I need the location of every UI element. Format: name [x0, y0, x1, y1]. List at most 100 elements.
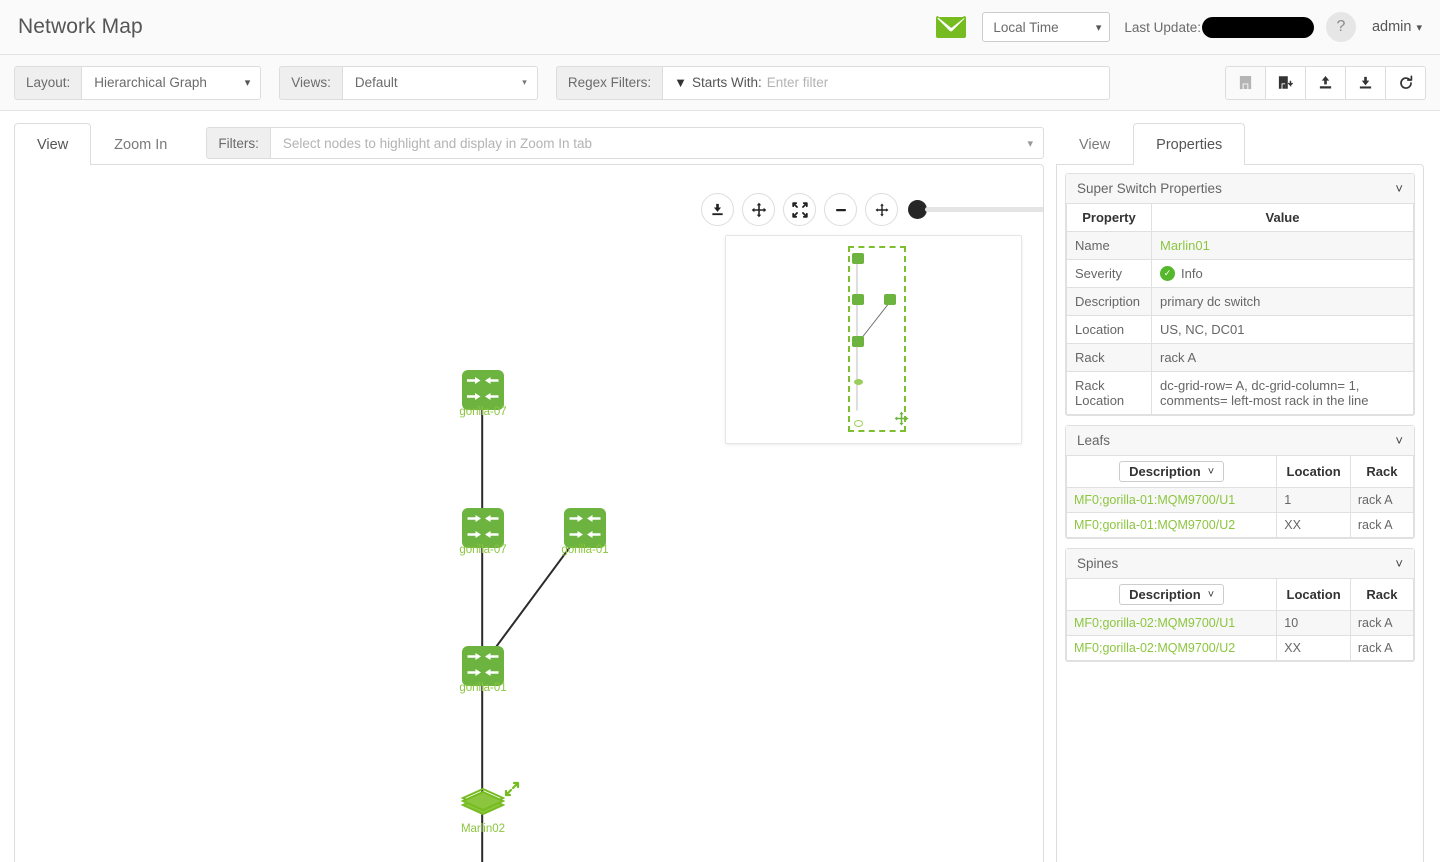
- details-tabbar: View Properties: [1056, 121, 1424, 165]
- regex-filter-input[interactable]: ▼ Starts With: Enter filter: [662, 66, 1110, 100]
- graph-canvas[interactable]: gorilla-07 gorilla-07: [14, 164, 1044, 862]
- tab-details-view[interactable]: View: [1056, 123, 1133, 165]
- layout-select[interactable]: Hierarchical Graph ▾: [81, 66, 261, 100]
- graph-node-gorilla-07-2[interactable]: gorilla-07: [462, 508, 504, 548]
- cell-description: MF0;gorilla-01:MQM9700/U1: [1067, 488, 1277, 513]
- chevron-down-icon[interactable]: ˅: [1395, 556, 1403, 571]
- upload-button[interactable]: [1305, 66, 1346, 100]
- table-row[interactable]: Name Marlin01: [1067, 232, 1414, 260]
- cell-description: MF0;gorilla-02:MQM9700/U2: [1067, 636, 1277, 661]
- cell-value: dc-grid-row= A, dc-grid-column= 1, comme…: [1152, 372, 1414, 415]
- spines-table: Description ˅ Location Rack MF0;gorilla-: [1066, 579, 1414, 661]
- cell-value: rack A: [1152, 344, 1414, 372]
- page-title: Network Map: [18, 15, 143, 39]
- tab-details-properties[interactable]: Properties: [1133, 123, 1245, 165]
- description-sort-button[interactable]: Description ˅: [1119, 461, 1224, 482]
- table-row[interactable]: Rack Location dc-grid-row= A, dc-grid-co…: [1067, 372, 1414, 415]
- chevron-down-icon: ▾: [1416, 21, 1422, 34]
- node-filters-label: Filters:: [206, 127, 270, 159]
- layout-label: Layout:: [14, 66, 81, 100]
- table-row[interactable]: MF0;gorilla-02:MQM9700/U2 XX rack A: [1067, 636, 1414, 661]
- cell-value: US, NC, DC01: [1152, 316, 1414, 344]
- cell-property: Name: [1067, 232, 1152, 260]
- question-mark-icon: ?: [1337, 18, 1346, 36]
- timezone-select[interactable]: Local Time ▾: [982, 12, 1110, 42]
- graph-node-gorilla-01[interactable]: gorilla-01: [564, 508, 606, 548]
- help-button[interactable]: ?: [1326, 12, 1356, 42]
- section-title: Super Switch Properties: [1077, 181, 1222, 196]
- minimap-drag-handle[interactable]: [894, 411, 909, 429]
- description-sort-button[interactable]: Description ˅: [1119, 584, 1224, 605]
- save-as-button[interactable]: [1265, 66, 1306, 100]
- table-row[interactable]: Rack rack A: [1067, 344, 1414, 372]
- views-field: Views: Default ▾: [279, 66, 538, 100]
- stack-icon: [458, 785, 508, 819]
- timezone-value: Local Time: [993, 20, 1058, 35]
- table-row[interactable]: Location US, NC, DC01: [1067, 316, 1414, 344]
- chevron-down-icon: ˅: [1208, 466, 1214, 478]
- graph-node-marlin02[interactable]: Marlin02: [458, 785, 508, 824]
- properties-table: Property Value Name Marlin01 Severity: [1066, 204, 1414, 415]
- section-header[interactable]: Leafs ˅: [1066, 426, 1414, 456]
- zoom-out-button[interactable]: [824, 193, 857, 226]
- table-row[interactable]: Description primary dc switch: [1067, 288, 1414, 316]
- minimap-node: [854, 420, 863, 427]
- zoom-slider-track[interactable]: [925, 207, 1044, 212]
- switch-icon: [462, 370, 504, 410]
- graph-node-label: gorilla-07: [459, 406, 506, 418]
- user-menu[interactable]: admin ▾: [1372, 19, 1422, 35]
- save-button[interactable]: [1225, 66, 1266, 100]
- pan-button[interactable]: [742, 193, 775, 226]
- download-button[interactable]: [1345, 66, 1386, 100]
- graph-node-gorilla-07[interactable]: gorilla-07: [462, 370, 504, 410]
- cell-property: Location: [1067, 316, 1152, 344]
- graph-surface[interactable]: gorilla-07 gorilla-07: [15, 165, 1043, 862]
- user-menu-label: admin: [1372, 19, 1412, 35]
- map-tabbar: View Zoom In Filters: Select nodes to hi…: [14, 121, 1044, 165]
- tab-view[interactable]: View: [14, 123, 91, 165]
- envelope-icon: [936, 16, 966, 38]
- zoom-slider[interactable]: [908, 200, 1044, 219]
- severity-label: Info: [1181, 266, 1203, 281]
- table-header-row: Description ˅ Location Rack: [1067, 456, 1414, 488]
- refresh-button[interactable]: [1385, 66, 1426, 100]
- download-graph-icon: [710, 202, 725, 217]
- graph-node-label: gorilla-01: [459, 682, 506, 694]
- tab-zoom-in[interactable]: Zoom In: [91, 123, 190, 165]
- chevron-down-icon[interactable]: ˅: [1395, 433, 1403, 448]
- messages-button[interactable]: [928, 10, 974, 44]
- status-badge: ✓ Info: [1160, 266, 1405, 281]
- regex-filters-label: Regex Filters:: [556, 66, 662, 100]
- download-graph-button[interactable]: [701, 193, 734, 226]
- check-circle-icon: ✓: [1160, 266, 1175, 281]
- table-row[interactable]: Severity ✓ Info: [1067, 260, 1414, 288]
- cell-description: MF0;gorilla-01:MQM9700/U2: [1067, 513, 1277, 538]
- node-filters-field: Filters: Select nodes to highlight and d…: [206, 127, 1044, 159]
- section-header[interactable]: Spines ˅: [1066, 549, 1414, 579]
- chevron-down-icon[interactable]: ˅: [1395, 181, 1403, 196]
- section-title: Spines: [1077, 556, 1118, 571]
- table-row[interactable]: MF0;gorilla-02:MQM9700/U1 10 rack A: [1067, 611, 1414, 636]
- graph-node-gorilla-01-2[interactable]: gorilla-01: [462, 646, 504, 686]
- collapse-button[interactable]: [783, 193, 816, 226]
- views-select[interactable]: Default ▾: [342, 66, 538, 100]
- cell-value: ✓ Info: [1152, 260, 1414, 288]
- zoom-toolbar: [701, 193, 1044, 226]
- minimap[interactable]: [725, 235, 1022, 444]
- table-row[interactable]: MF0;gorilla-01:MQM9700/U1 1 rack A: [1067, 488, 1414, 513]
- column-property: Property: [1067, 204, 1152, 232]
- fit-to-screen-button[interactable]: [865, 193, 898, 226]
- column-value: Value: [1152, 204, 1414, 232]
- expand-icon[interactable]: [504, 781, 520, 797]
- cell-rack: rack A: [1350, 636, 1413, 661]
- map-panel: View Zoom In Filters: Select nodes to hi…: [14, 121, 1044, 862]
- section-header[interactable]: Super Switch Properties ˅: [1066, 174, 1414, 204]
- table-row[interactable]: MF0;gorilla-01:MQM9700/U2 XX rack A: [1067, 513, 1414, 538]
- cell-rack: rack A: [1350, 488, 1413, 513]
- cell-rack: rack A: [1350, 611, 1413, 636]
- chevron-down-icon: ▾: [1096, 21, 1102, 34]
- last-update-redacted-value: [1202, 17, 1314, 38]
- download-icon: [1358, 75, 1373, 90]
- node-filters-select[interactable]: Select nodes to highlight and display in…: [270, 127, 1044, 159]
- minimap-node: [854, 379, 863, 385]
